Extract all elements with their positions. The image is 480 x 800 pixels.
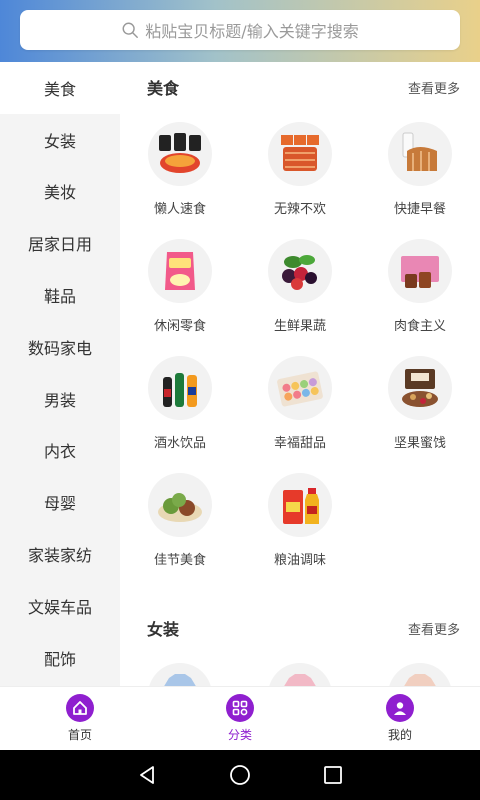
sidebar-item-womens-wear[interactable]: 女装: [0, 114, 120, 166]
category-item-label: 快捷早餐: [393, 202, 446, 217]
category-item[interactable]: 无辣不欢: [240, 112, 360, 224]
sidebar-item-home-textile[interactable]: 家装家纺: [0, 528, 120, 580]
category-item[interactable]: 休闲零食: [120, 229, 240, 341]
category-item[interactable]: 佳节美食: [120, 463, 240, 575]
tab-label: 首页: [67, 728, 92, 742]
category-item-label: 粮油调味: [273, 553, 326, 568]
sidebar-item-baby[interactable]: 母婴: [0, 476, 120, 528]
section-womens-wear: 女装 查看更多: [120, 603, 480, 686]
category-item-label: 无辣不欢: [273, 202, 326, 217]
tab-category[interactable]: 分类: [160, 687, 320, 750]
chips-bag-icon: [165, 252, 195, 290]
category-item[interactable]: 懒人速食: [120, 112, 240, 224]
category-item-label: 懒人速食: [153, 202, 206, 217]
category-item[interactable]: 生鲜果蔬: [240, 229, 360, 341]
category-item-label: 酒水饮品: [153, 436, 206, 451]
tab-home[interactable]: 首页: [0, 687, 160, 750]
sidebar-item-food[interactable]: 美食: [0, 62, 120, 114]
tab-mine[interactable]: 我的: [320, 687, 480, 750]
category-item[interactable]: 幸福甜品: [240, 346, 360, 458]
view-more-link[interactable]: 查看更多: [408, 619, 460, 638]
blue-shirt-icon: [164, 674, 196, 686]
header-bar: 粘贴宝贝标题/输入关键字搜索: [0, 0, 480, 62]
section-title: 美食: [147, 79, 180, 98]
sidebar-item-accessories[interactable]: 配饰: [0, 632, 120, 684]
category-item-label: 坚果蜜饯: [393, 436, 446, 451]
tab-label: 我的: [387, 728, 412, 742]
sidebar-item-beauty[interactable]: 美妆: [0, 166, 120, 218]
sidebar-item-digital[interactable]: 数码家电: [0, 321, 120, 373]
category-sidebar: 美食 女装 美妆 居家日用 鞋品 数码家电 男装 内衣 母婴 家装家纺 文娱车品…: [0, 62, 120, 686]
section-title: 女装: [147, 620, 180, 639]
pink-coat-icon: [284, 674, 316, 686]
category-item[interactable]: [120, 653, 240, 686]
sidebar-item-underwear[interactable]: 内衣: [0, 425, 120, 477]
category-item-label: 肉食主义: [393, 319, 446, 334]
nuts-gift-box-icon: [402, 369, 438, 407]
category-item[interactable]: [240, 653, 360, 686]
category-item[interactable]: 粮油调味: [240, 463, 360, 575]
meat-box-icon: [401, 256, 439, 288]
rice-dumplings-icon: [158, 493, 202, 522]
category-item[interactable]: [360, 653, 480, 686]
rice-oil-icon: [283, 488, 319, 524]
sidebar-item-mens-wear[interactable]: 男装: [0, 373, 120, 425]
category-item-label: 幸福甜品: [273, 436, 326, 451]
instant-noodles-icon: [159, 133, 201, 173]
category-content: 美食 查看更多 懒人速食 无辣不欢 快捷早餐 休闲零食 生鲜果蔬 肉食主义 酒水…: [120, 62, 480, 686]
sidebar-item-shoes[interactable]: 鞋品: [0, 269, 120, 321]
drink-bottles-icon: [163, 373, 197, 407]
macaron-box-icon: [277, 371, 323, 407]
spicy-snack-icon: [281, 135, 319, 171]
category-item-label: 休闲零食: [153, 319, 206, 334]
search-input[interactable]: 粘贴宝贝标题/输入关键字搜索: [20, 10, 460, 50]
view-more-link[interactable]: 查看更多: [408, 78, 460, 97]
home-circle-icon[interactable]: [228, 763, 252, 787]
category-item[interactable]: 坚果蜜饯: [360, 346, 480, 458]
bread-milk-icon: [402, 132, 437, 171]
sidebar-item-entertainment-car[interactable]: 文娱车品: [0, 580, 120, 632]
beige-sweater-icon: [404, 674, 436, 686]
category-icon: [226, 694, 254, 722]
system-nav-bar: [0, 750, 480, 800]
search-placeholder: 粘贴宝贝标题/输入关键字搜索: [145, 22, 359, 41]
sidebar-item-home-daily[interactable]: 居家日用: [0, 217, 120, 269]
category-item[interactable]: 肉食主义: [360, 229, 480, 341]
user-icon: [386, 694, 414, 722]
category-item-label: 生鲜果蔬: [273, 319, 326, 334]
category-item[interactable]: 酒水饮品: [120, 346, 240, 458]
category-item-label: 佳节美食: [153, 553, 206, 568]
berries-icon: [282, 255, 317, 290]
category-item[interactable]: 快捷早餐: [360, 112, 480, 224]
back-icon[interactable]: [135, 763, 159, 787]
search-icon: [122, 22, 139, 38]
section-food: 美食 查看更多 懒人速食 无辣不欢 快捷早餐 休闲零食 生鲜果蔬 肉食主义 酒水…: [120, 62, 480, 575]
home-icon: [66, 694, 94, 722]
recent-apps-icon[interactable]: [321, 763, 345, 787]
bottom-tab-bar: 首页 分类 我的: [0, 686, 480, 750]
tab-label: 分类: [227, 728, 252, 742]
